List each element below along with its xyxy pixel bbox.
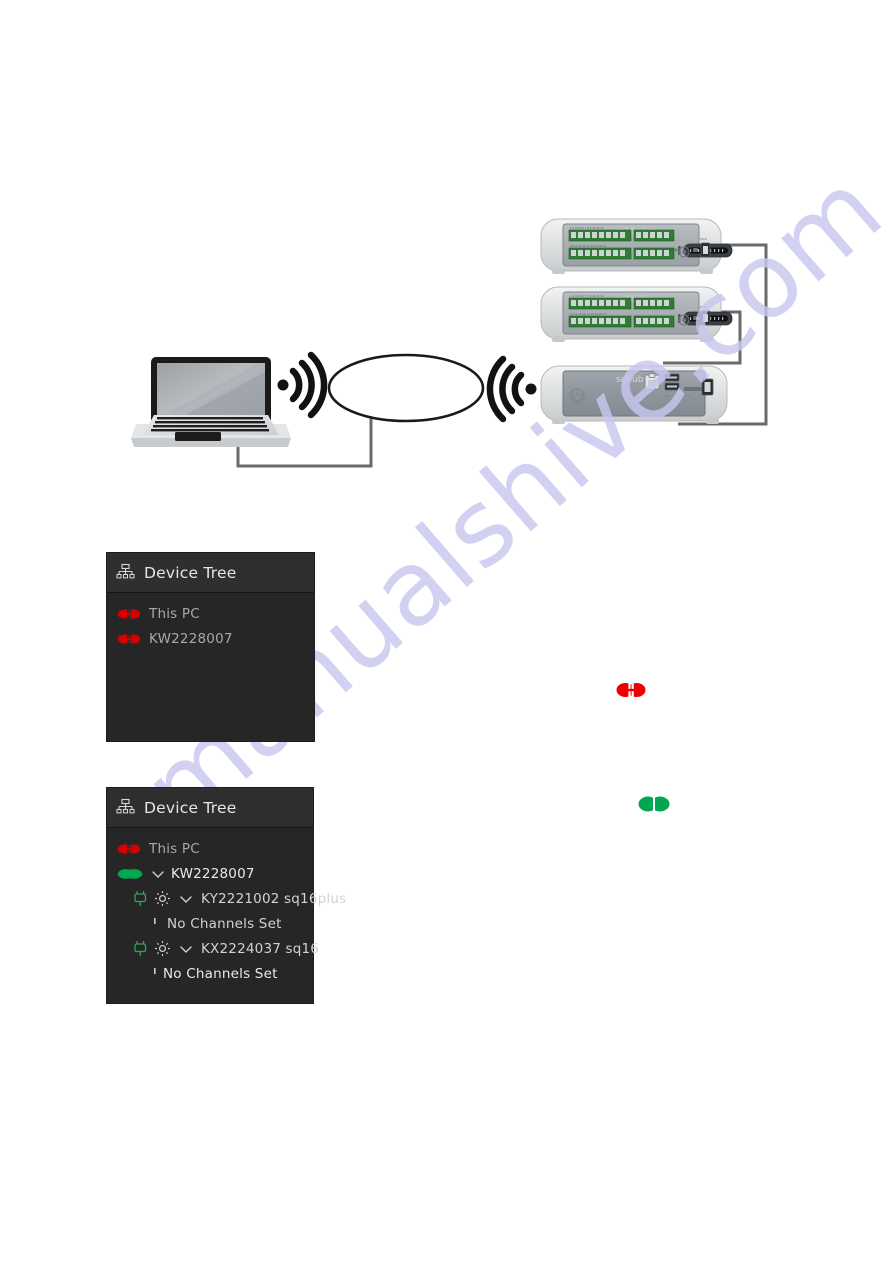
tree-item-this-pc[interactable]: This PC — [107, 601, 314, 626]
connected-plug-icon-callout — [638, 792, 670, 821]
network-topology-diagram: sq16plus 1 2 3 4 5 6 7 8 9 10 11 12 — [0, 0, 893, 500]
hierarchy-icon — [116, 563, 135, 582]
hierarchy-icon — [116, 798, 135, 817]
connected-plug-icon — [117, 867, 143, 881]
tree-item-no-channels-set[interactable]: No Channels Set — [107, 961, 313, 986]
plug-outline-icon — [133, 940, 148, 957]
gear-icon[interactable] — [154, 890, 171, 907]
tree-branch-marker-icon — [151, 917, 159, 931]
wifi-signal-to-hub — [486, 355, 537, 423]
svg-text:PWR: PWR — [700, 305, 707, 309]
device-sq16plus-mid: sq16plus 1 2 3 4 5 6 7 8 9 10 11 12 — [540, 286, 733, 342]
device-tree-title: Device Tree — [144, 563, 237, 582]
tree-item-label: No Channels Set — [167, 915, 282, 932]
chevron-down-icon[interactable] — [151, 867, 165, 881]
tree-item-label: This PC — [149, 840, 200, 857]
svg-text:13 14 15 16 17 18 19 20 21: 13 14 15 16 17 18 19 20 21 — [570, 312, 607, 316]
disconnected-plug-icon-callout — [616, 678, 646, 707]
gear-icon[interactable] — [154, 940, 171, 957]
tree-item-label: KW2228007 — [171, 865, 255, 882]
svg-text:13 14 15 16 17 18 19 20 21: 13 14 15 16 17 18 19 20 21 — [570, 244, 607, 248]
svg-text:SD: SD — [686, 394, 691, 398]
tree-item-kw2228007[interactable]: KW2228007 — [107, 861, 313, 886]
device-tree-title: Device Tree — [144, 798, 237, 817]
tree-item-ky2221002[interactable]: KY2221002 sq16plus — [107, 886, 346, 911]
device-tree-body: This PC KW2228007 — [107, 593, 314, 651]
chevron-down-icon[interactable] — [179, 892, 193, 906]
laptop-illustration — [131, 357, 291, 447]
disconnected-plug-icon — [117, 607, 141, 621]
plug-outline-icon — [133, 890, 148, 907]
tree-item-label: KX2224037 sq16 — [201, 940, 320, 957]
device-sq16plus-top: sq16plus 1 2 3 4 5 6 7 8 9 10 11 12 — [540, 218, 733, 274]
device-sqhub: sqhub LAN USB SD — [540, 365, 728, 424]
chevron-down-icon[interactable] — [179, 942, 193, 956]
tree-item-no-channels-set[interactable]: No Channels Set — [107, 911, 313, 936]
tree-item-kw2228007[interactable]: KW2228007 — [107, 626, 314, 651]
device-tree-header: Device Tree — [107, 553, 314, 593]
svg-text:1 2 3 4 5 6 7 8 9 10 11 12: 1 2 3 4 5 6 7 8 9 10 11 12 — [570, 294, 604, 298]
network-cloud — [327, 353, 485, 423]
disconnected-plug-icon — [117, 632, 141, 646]
tree-item-label: No Channels Set — [163, 965, 278, 982]
tree-item-label: KY2221002 sq16plus — [201, 890, 347, 907]
device-tree-body: This PC KW2228007 — [107, 828, 346, 986]
disconnected-plug-icon — [117, 842, 141, 856]
svg-text:PWR: PWR — [700, 237, 707, 241]
svg-text:LAN: LAN — [643, 394, 649, 398]
device-tree-panel-collapsed[interactable]: Device Tree This PC KW2228007 — [107, 553, 314, 741]
tree-item-kx2224037[interactable]: KX2224037 sq16 — [107, 936, 319, 961]
svg-text:1 2 3 4 5 6 7 8 9 10 11 12: 1 2 3 4 5 6 7 8 9 10 11 12 — [570, 226, 604, 230]
wifi-signal-from-laptop — [277, 351, 328, 419]
tree-item-this-pc[interactable]: This PC — [107, 836, 313, 861]
tree-branch-marker-icon — [151, 967, 159, 981]
svg-text:USB: USB — [664, 394, 670, 398]
device-tree-panel-expanded[interactable]: Device Tree This PC KW2228007 KY2221002 … — [107, 788, 346, 1003]
tree-item-label: This PC — [149, 605, 200, 622]
tree-item-label: KW2228007 — [149, 630, 233, 647]
svg-text:sqhub: sqhub — [616, 375, 644, 385]
device-tree-header: Device Tree — [107, 788, 313, 828]
